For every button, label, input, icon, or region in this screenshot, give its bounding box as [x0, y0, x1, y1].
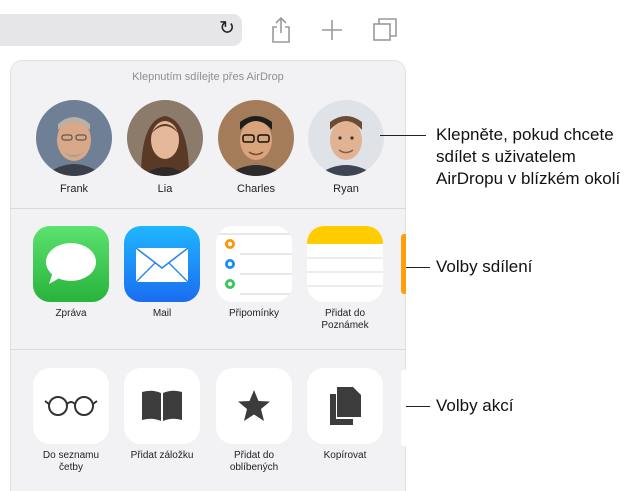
avatar	[308, 100, 384, 176]
action-label: Přidat záložku	[130, 450, 194, 461]
reminders-icon	[216, 226, 292, 302]
plus-icon[interactable]	[316, 14, 348, 46]
callout-actions: Volby akcí	[436, 396, 514, 415]
person-name: Lia	[157, 183, 173, 195]
avatar	[127, 100, 203, 176]
share-option-notes[interactable]: Přidat do Poznámek	[305, 226, 385, 332]
glasses-icon	[33, 368, 109, 444]
action-label: Přidat do oblíbených	[229, 450, 279, 473]
callout-airdrop: Klepněte, pokud chcete sdílet s uživatel…	[436, 125, 621, 188]
share-icon[interactable]	[265, 14, 297, 46]
messages-icon	[33, 226, 109, 302]
avatar	[218, 100, 294, 176]
avatar	[36, 100, 112, 176]
action-label: Kopírovat	[323, 450, 367, 461]
person-name: Frank	[59, 183, 89, 195]
airdrop-person-lia[interactable]: Lia	[125, 100, 205, 195]
share-option-reminders[interactable]: Připomínky	[214, 226, 294, 320]
share-option-messages[interactable]: Zpráva	[31, 226, 111, 320]
section-divider	[10, 208, 406, 209]
share-label: Zpráva	[55, 308, 87, 319]
callout-share: Volby sdílení	[436, 257, 533, 276]
airdrop-person-charles[interactable]: Charles	[216, 100, 296, 195]
person-name: Ryan	[333, 183, 359, 195]
notes-icon	[307, 226, 383, 302]
book-icon	[124, 368, 200, 444]
action-label: Do seznamu četby	[42, 450, 100, 473]
share-option-mail[interactable]: Mail	[122, 226, 202, 320]
action-reading-list[interactable]: Do seznamu četby	[31, 368, 111, 474]
callout-line-share	[406, 267, 430, 268]
callout-line-airdrop	[380, 135, 426, 136]
person-name: Charles	[237, 183, 275, 195]
share-label: Mail	[152, 308, 172, 319]
airdrop-person-frank[interactable]: Frank	[34, 100, 114, 195]
address-bar[interactable]	[0, 14, 242, 46]
copy-icon	[307, 368, 383, 444]
callout-line-actions	[406, 406, 430, 407]
airdrop-title: Klepnutím sdílejte přes AirDrop	[132, 71, 284, 83]
reload-icon[interactable]: ↻	[216, 17, 238, 41]
star-icon	[216, 368, 292, 444]
section-divider	[10, 349, 406, 350]
action-add-bookmark[interactable]: Přidat záložku	[122, 368, 202, 462]
mail-icon	[124, 226, 200, 302]
browser-toolbar: ↻	[0, 0, 420, 60]
action-copy[interactable]: Kopírovat	[305, 368, 385, 462]
share-label: Připomínky	[228, 308, 279, 319]
airdrop-person-ryan[interactable]: Ryan	[306, 100, 386, 195]
more-action-peek[interactable]	[401, 370, 406, 446]
tabs-icon[interactable]	[369, 14, 401, 46]
more-share-option-peek[interactable]	[401, 234, 406, 294]
action-add-favorites[interactable]: Přidat do oblíbených	[214, 368, 294, 474]
share-label: Přidat do Poznámek	[321, 308, 369, 331]
